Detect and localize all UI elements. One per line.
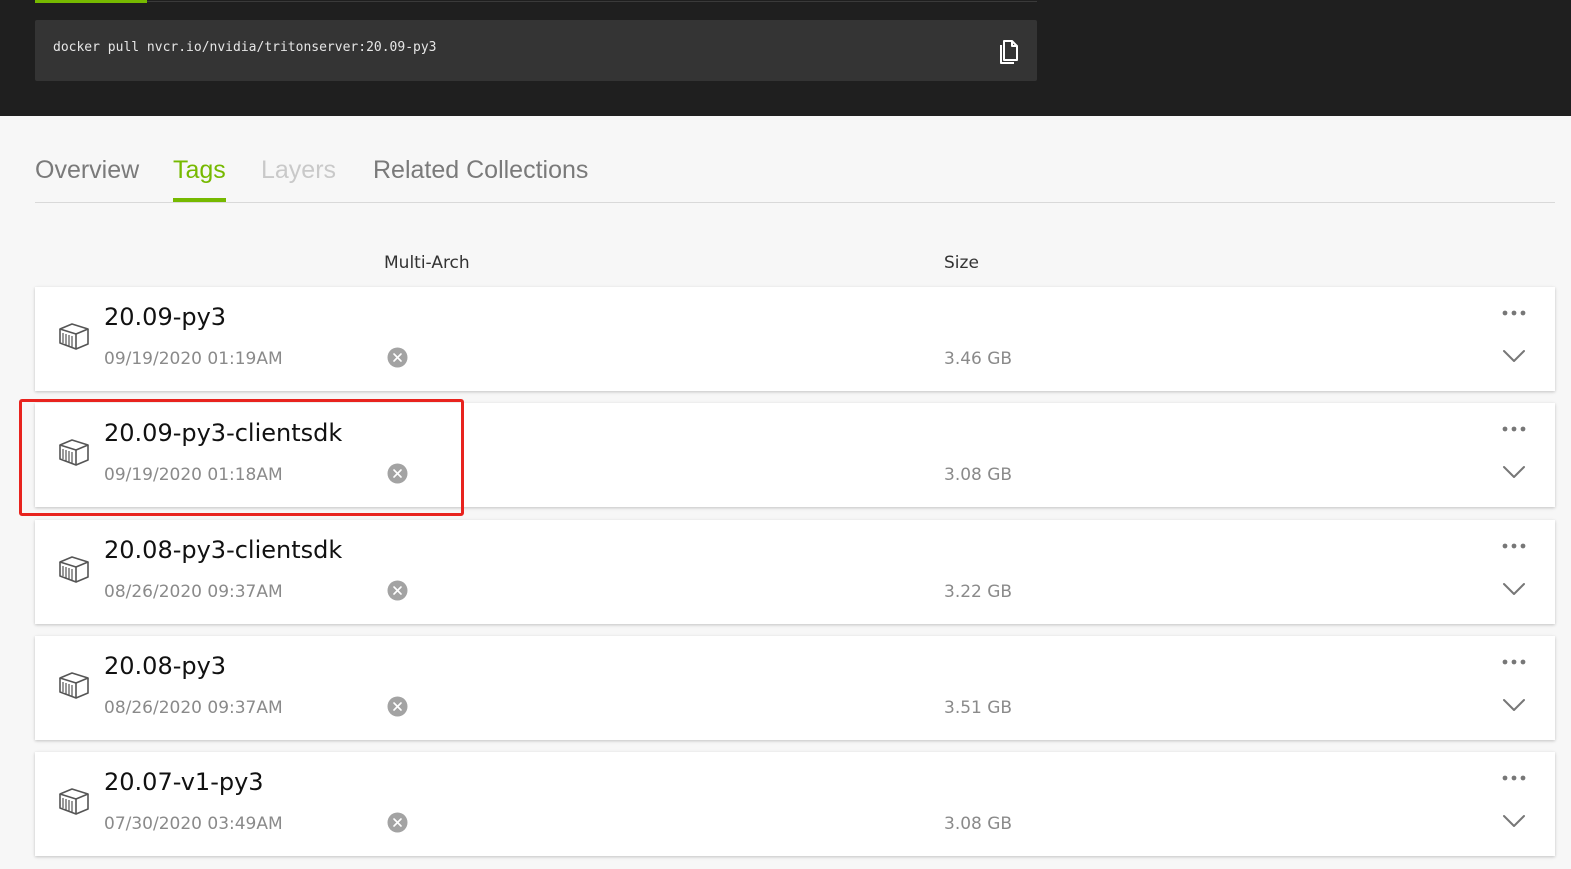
tag-date: 09/19/2020 01:19AM <box>104 349 283 369</box>
tag-name[interactable]: 20.09-py3 <box>104 303 226 331</box>
multi-arch-no-icon <box>387 812 408 833</box>
tab-overview[interactable]: Overview <box>35 156 139 202</box>
container-icon <box>57 668 91 702</box>
pull-command-header: docker pull nvcr.io/nvidia/tritonserver:… <box>0 0 1571 116</box>
tag-size: 3.08 GB <box>944 465 1013 485</box>
tab-bar: Overview Tags Layers Related Collections <box>35 148 1555 203</box>
tag-date: 08/26/2020 09:37AM <box>104 698 283 718</box>
pull-command-box: docker pull nvcr.io/nvidia/tritonserver:… <box>35 20 1037 81</box>
tag-date: 07/30/2020 03:49AM <box>104 814 283 834</box>
chevron-down-icon[interactable] <box>1501 696 1527 714</box>
tag-row[interactable]: 20.08-py3-clientsdk 08/26/2020 09:37AM 3… <box>35 520 1555 624</box>
tag-name[interactable]: 20.09-py3-clientsdk <box>104 419 342 447</box>
tag-date: 09/19/2020 01:18AM <box>104 465 283 485</box>
tag-size: 3.51 GB <box>944 698 1013 718</box>
tag-row[interactable]: 20.07-v1-py3 07/30/2020 03:49AM 3.08 GB <box>35 752 1555 856</box>
more-options-icon[interactable] <box>1500 654 1528 668</box>
copy-icon[interactable] <box>997 38 1021 64</box>
tab-tags[interactable]: Tags <box>173 156 226 202</box>
tag-size: 3.22 GB <box>944 582 1013 602</box>
tab-layers: Layers <box>261 156 337 184</box>
chevron-down-icon[interactable] <box>1501 463 1527 481</box>
tag-size: 3.08 GB <box>944 814 1013 834</box>
container-icon <box>57 435 91 469</box>
tag-size: 3.46 GB <box>944 349 1013 369</box>
multi-arch-no-icon <box>387 347 408 368</box>
header-divider <box>147 1 1037 2</box>
header-accent-bar <box>35 0 147 3</box>
more-options-icon[interactable] <box>1500 305 1528 319</box>
more-options-icon[interactable] <box>1500 538 1528 552</box>
multi-arch-no-icon <box>387 580 408 601</box>
chevron-down-icon[interactable] <box>1501 812 1527 830</box>
more-options-icon[interactable] <box>1500 421 1528 435</box>
tag-name[interactable]: 20.08-py3-clientsdk <box>104 536 342 564</box>
tag-name[interactable]: 20.07-v1-py3 <box>104 768 264 796</box>
tag-date: 08/26/2020 09:37AM <box>104 582 283 602</box>
chevron-down-icon[interactable] <box>1501 580 1527 598</box>
tag-name[interactable]: 20.08-py3 <box>104 652 226 680</box>
more-options-icon[interactable] <box>1500 770 1528 784</box>
tag-row[interactable]: 20.09-py3-clientsdk 09/19/2020 01:18AM 3… <box>35 403 1555 507</box>
pull-command-text[interactable]: docker pull nvcr.io/nvidia/tritonserver:… <box>53 40 437 55</box>
container-icon <box>57 319 91 353</box>
multi-arch-no-icon <box>387 696 408 717</box>
tag-row[interactable]: 20.09-py3 09/19/2020 01:19AM 3.46 GB <box>35 287 1555 391</box>
multi-arch-no-icon <box>387 463 408 484</box>
column-header-size: Size <box>944 253 979 273</box>
tag-row[interactable]: 20.08-py3 08/26/2020 09:37AM 3.51 GB <box>35 636 1555 740</box>
container-icon <box>57 552 91 586</box>
column-header-multi-arch: Multi-Arch <box>384 253 470 273</box>
container-icon <box>57 784 91 818</box>
chevron-down-icon[interactable] <box>1501 347 1527 365</box>
tab-related-collections[interactable]: Related Collections <box>373 156 588 202</box>
